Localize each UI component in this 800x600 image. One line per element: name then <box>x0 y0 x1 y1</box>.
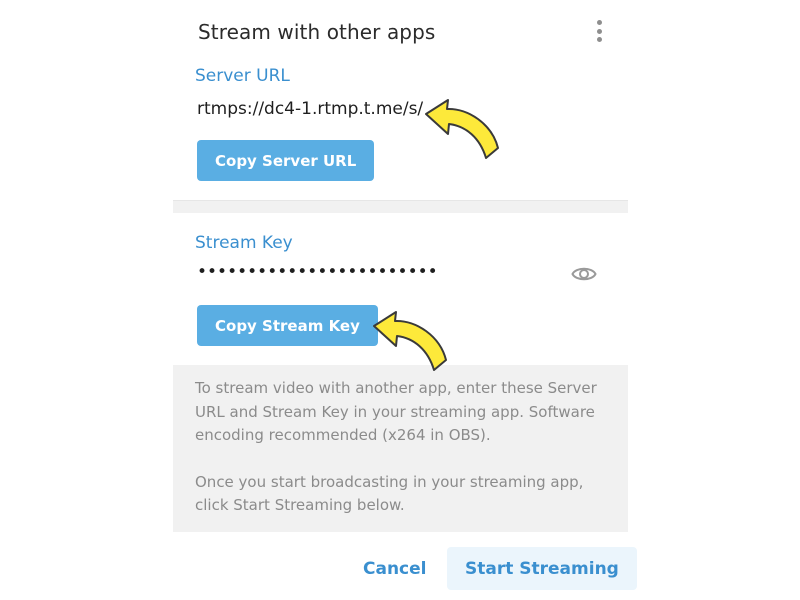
stream-key-value: •••••••••••••••••••••••• <box>197 262 438 282</box>
copy-stream-key-button[interactable]: Copy Stream Key <box>197 305 378 346</box>
menu-dot <box>596 28 602 34</box>
info-text-1: To stream video with another app, enter … <box>195 379 597 444</box>
server-url-label: Server URL <box>195 66 290 86</box>
info-panel: To stream video with another app, enter … <box>173 365 628 532</box>
yellow-arrow-icon <box>373 311 447 371</box>
start-streaming-button[interactable]: Start Streaming <box>447 547 637 590</box>
menu-dot <box>596 20 602 25</box>
section-divider <box>173 200 628 213</box>
server-url-value: rtmps://dc4-1.rtmp.t.me/s/ <box>197 99 424 119</box>
stream-key-label: Stream Key <box>195 233 293 253</box>
eye-icon[interactable] <box>571 263 597 285</box>
copy-server-url-button[interactable]: Copy Server URL <box>197 140 375 181</box>
info-text-2: Once you start broadcasting in your stre… <box>195 472 584 515</box>
more-options-icon[interactable] <box>591 18 607 44</box>
stream-dialog: Stream with other apps Server URL rtmps:… <box>173 0 637 600</box>
dialog-title: Stream with other apps <box>198 20 436 44</box>
yellow-arrow-icon <box>425 99 499 159</box>
menu-dot <box>596 37 602 42</box>
cancel-button[interactable]: Cancel <box>351 547 438 590</box>
